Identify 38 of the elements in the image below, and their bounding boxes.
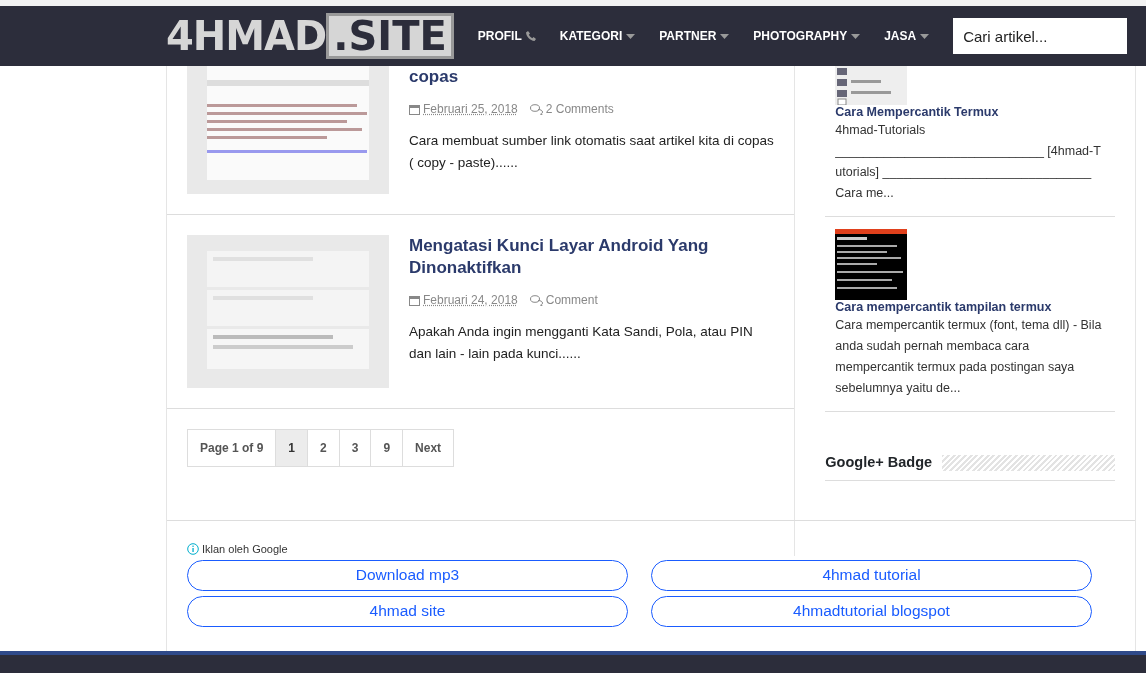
sidebar-post-title[interactable]: Cara Mempercantik Termux [835, 105, 1105, 120]
comment-icon [529, 294, 543, 306]
nav-link[interactable]: PROFIL [477, 27, 536, 45]
logo-text: 4HMAD [166, 16, 327, 56]
post-title[interactable]: copas [409, 66, 775, 88]
sidebar-post-excerpt: Cara mempercantik termux (font, tema dll) - Bila anda sudah pernah membaca cara mempercantik termux pada postingan saya sebelumnya yaitu de... [835, 317, 1103, 397]
nav-link[interactable]: KATEGORI [559, 27, 636, 45]
calendar-icon [409, 294, 420, 306]
comment-count[interactable]: Comment [545, 291, 598, 309]
page-link[interactable]: 1 [275, 430, 308, 466]
ad-link-button[interactable]: 4hmad tutorial [651, 559, 1092, 591]
logo[interactable]: 4HMAD .SITE [166, 13, 454, 59]
phone-icon [525, 31, 536, 41]
ad-link-button[interactable]: 4hmadtutorial blogspot [651, 595, 1092, 627]
nav-link[interactable]: JASA [884, 27, 930, 45]
post-excerpt: Cara membuat sumber link otomatis saat artikel kita di copas ( copy - paste)...... [409, 132, 775, 172]
nav-link[interactable]: PARTNER [659, 27, 730, 45]
caret-icon [720, 33, 730, 39]
logo-text: .SITE [326, 13, 454, 59]
caret-icon [920, 33, 930, 39]
info-icon [187, 543, 199, 556]
comment-count[interactable]: 2 Comments [545, 100, 614, 118]
sidebar-post-title[interactable]: Cara mempercantik tampilan termux [835, 300, 1105, 315]
post-title[interactable]: Mengatasi Kunci Layar Android Yang Dinonaktifkan [409, 235, 775, 279]
ad-label: Iklan oleh Google [202, 542, 288, 557]
comment-icon [529, 103, 543, 115]
caret-icon [626, 33, 636, 39]
ad-link-button[interactable]: Download mp3 [187, 559, 628, 591]
ad-link-button[interactable]: 4hmad site [187, 595, 628, 627]
caret-icon [851, 33, 861, 39]
sidebar-post-excerpt: 4hmad-Tutorials ______________________________ [4hmad-T utorials] ______________________________ Cara me... [835, 122, 1102, 202]
search-field[interactable]: Cari artikel... [953, 18, 1128, 54]
post-date: Februari 25, 2018 [423, 101, 518, 118]
widget-title: Google+ Badge [825, 453, 933, 472]
post-date: Februari 24, 2018 [423, 292, 518, 309]
post-excerpt: Apakah Anda ingin mengganti Kata Sandi, Pola, atau PIN dan lain - lain pada kunci...... [409, 323, 754, 363]
nav-link[interactable]: PHOTOGRAPHY [753, 27, 861, 45]
calendar-icon [409, 103, 420, 115]
